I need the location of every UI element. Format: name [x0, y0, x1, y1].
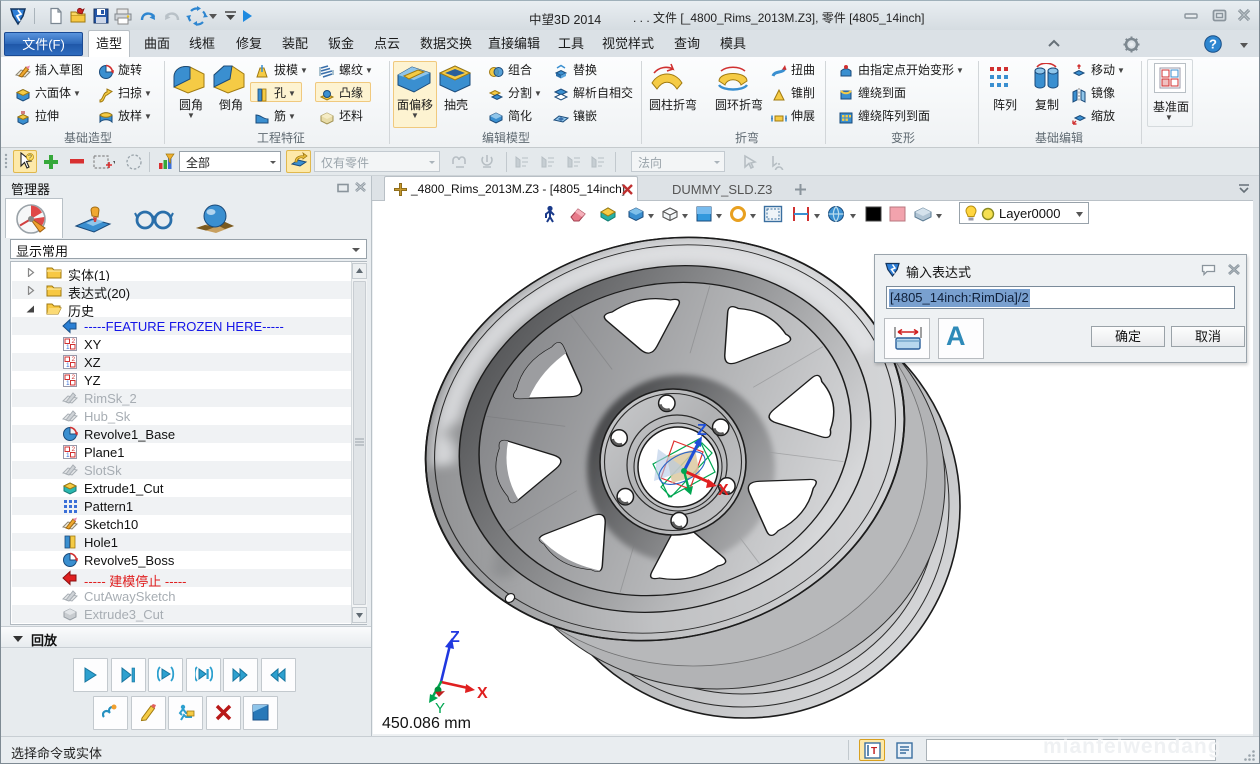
svg-text:1: 1 — [66, 362, 70, 369]
svg-text:2: 2 — [72, 446, 76, 453]
svg-text:1: 1 — [66, 452, 70, 459]
svg-text:1: 1 — [66, 380, 70, 387]
svg-text:Z: Z — [450, 629, 460, 646]
svg-text:2: 2 — [72, 338, 76, 345]
svg-text:?: ? — [1209, 37, 1217, 52]
svg-text:X: X — [477, 685, 488, 702]
svg-text:?: ? — [28, 155, 32, 162]
svg-text:X: X — [718, 482, 729, 499]
svg-text:450.086 mm: 450.086 mm — [382, 715, 471, 732]
svg-text:1: 1 — [66, 344, 70, 351]
svg-text:2: 2 — [72, 356, 76, 363]
svg-text:Z: Z — [697, 422, 707, 439]
svg-text:T: T — [871, 746, 877, 757]
svg-text:2: 2 — [72, 374, 76, 381]
